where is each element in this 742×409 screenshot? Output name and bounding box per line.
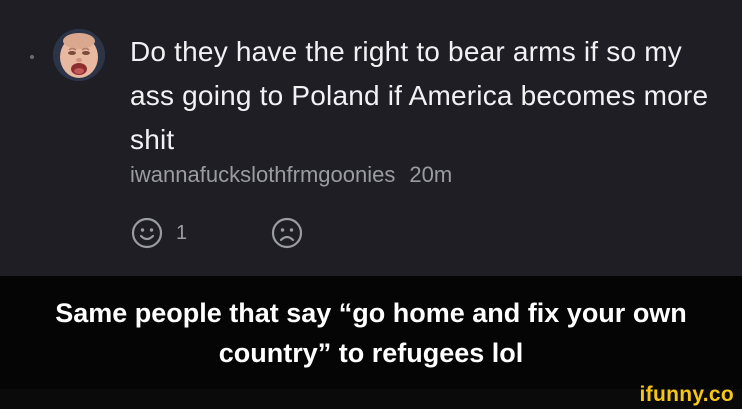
baby-face-avatar-icon bbox=[53, 29, 105, 81]
dislike-button[interactable] bbox=[270, 216, 304, 250]
meme-page: Do they have the right to bear arms if s… bbox=[0, 0, 742, 409]
comment-text: Do they have the right to bear arms if s… bbox=[130, 36, 709, 155]
like-button[interactable]: 1 bbox=[130, 216, 187, 250]
meme-caption: Same people that say “go home and fix yo… bbox=[55, 297, 687, 368]
user-avatar[interactable] bbox=[53, 29, 105, 81]
like-count: 1 bbox=[176, 222, 188, 244]
comment-username[interactable]: iwannafuckslothfrmgoonies bbox=[130, 162, 395, 187]
ifunny-watermark: ifunny.co bbox=[639, 383, 734, 406]
thread-indicator-dot bbox=[30, 55, 34, 59]
smiley-face-icon bbox=[131, 217, 163, 249]
comment-meta: iwannafuckslothfrmgoonies 20m bbox=[130, 160, 452, 190]
comment-timestamp: 20m bbox=[409, 162, 453, 187]
comment-card: Do they have the right to bear arms if s… bbox=[0, 0, 742, 276]
caption-band: Same people that say “go home and fix yo… bbox=[0, 276, 742, 389]
frown-face-icon bbox=[271, 217, 303, 249]
